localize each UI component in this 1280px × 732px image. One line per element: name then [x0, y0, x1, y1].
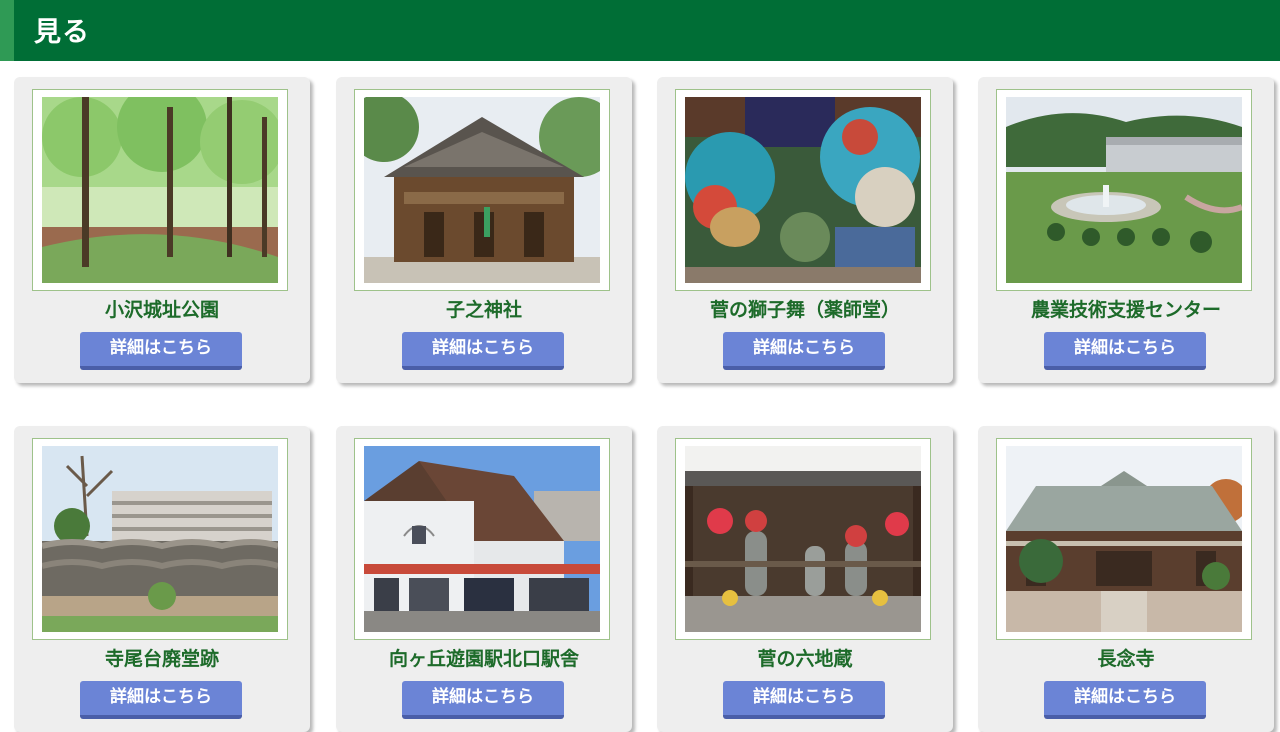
- greenhouse-garden-photo[interactable]: [1006, 97, 1242, 283]
- details-button[interactable]: 詳細はこちら: [723, 681, 885, 719]
- page-header: 見る: [0, 0, 1280, 61]
- attraction-card[interactable]: 菅の獅子舞（薬師堂） 詳細はこちら: [657, 77, 953, 383]
- details-button[interactable]: 詳細はこちら: [723, 332, 885, 370]
- card-title[interactable]: 小沢城址公園: [14, 295, 310, 322]
- photo-frame: [675, 438, 931, 640]
- photo-frame: [996, 89, 1252, 291]
- card-title[interactable]: 菅の六地蔵: [657, 644, 953, 671]
- details-button[interactable]: 詳細はこちら: [1044, 332, 1206, 370]
- attractions-grid: 小沢城址公園 詳細はこちら 子之神社 詳細はこちら 菅の獅子舞（薬師堂） 詳細は…: [14, 77, 1280, 732]
- attraction-card[interactable]: 菅の六地蔵 詳細はこちら: [657, 426, 953, 732]
- forest-park-photo[interactable]: [42, 97, 278, 283]
- photo-frame: [32, 89, 288, 291]
- photo-frame: [675, 89, 931, 291]
- shrine-photo[interactable]: [364, 97, 600, 283]
- temple-photo[interactable]: [1006, 446, 1242, 632]
- stone-wall-ruins-photo[interactable]: [42, 446, 278, 632]
- details-button[interactable]: 詳細はこちら: [80, 332, 242, 370]
- card-title[interactable]: 菅の獅子舞（薬師堂）: [657, 295, 953, 322]
- attraction-card[interactable]: 向ヶ丘遊園駅北口駅舎 詳細はこちら: [336, 426, 632, 732]
- card-title[interactable]: 農業技術支援センター: [978, 295, 1274, 322]
- attraction-card[interactable]: 小沢城址公園 詳細はこちら: [14, 77, 310, 383]
- attraction-card[interactable]: 子之神社 詳細はこちら: [336, 77, 632, 383]
- station-building-photo[interactable]: [364, 446, 600, 632]
- attraction-card[interactable]: 農業技術支援センター 詳細はこちら: [978, 77, 1274, 383]
- photo-frame: [354, 438, 610, 640]
- card-title[interactable]: 向ヶ丘遊園駅北口駅舎: [336, 644, 632, 671]
- photo-frame: [996, 438, 1252, 640]
- card-title[interactable]: 子之神社: [336, 295, 632, 322]
- card-title[interactable]: 長念寺: [978, 644, 1274, 671]
- photo-frame: [32, 438, 288, 640]
- photo-frame: [354, 89, 610, 291]
- attraction-card[interactable]: 長念寺 詳細はこちら: [978, 426, 1274, 732]
- jizo-statues-photo[interactable]: [685, 446, 921, 632]
- page-title: 見る: [34, 17, 90, 48]
- lion-dance-photo[interactable]: [685, 97, 921, 283]
- details-button[interactable]: 詳細はこちら: [402, 681, 564, 719]
- details-button[interactable]: 詳細はこちら: [1044, 681, 1206, 719]
- card-title[interactable]: 寺尾台廃堂跡: [14, 644, 310, 671]
- details-button[interactable]: 詳細はこちら: [80, 681, 242, 719]
- details-button[interactable]: 詳細はこちら: [402, 332, 564, 370]
- attraction-card[interactable]: 寺尾台廃堂跡 詳細はこちら: [14, 426, 310, 732]
